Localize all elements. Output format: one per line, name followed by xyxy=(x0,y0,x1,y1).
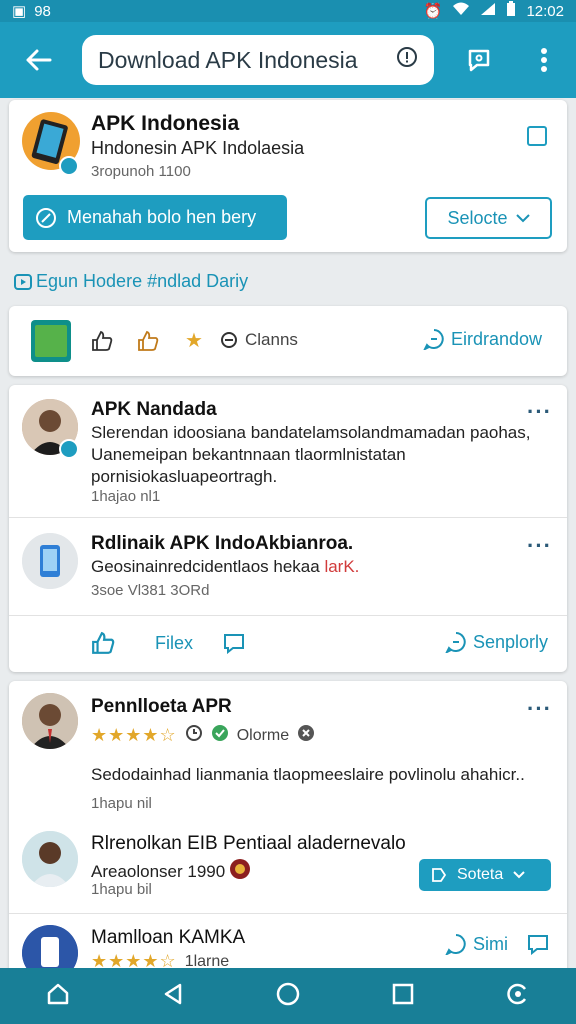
chat-bubble-icon xyxy=(445,934,466,955)
divider xyxy=(9,913,567,914)
review-title: Rlrenolkan EIB Pentiaal aladernevalo xyxy=(91,833,406,854)
post-meta: 3soe Vl381 3ORd xyxy=(91,582,210,599)
status-time: 12:02 xyxy=(526,2,564,20)
sync-icon xyxy=(221,332,237,348)
online-label: Olorme xyxy=(236,726,290,744)
send-icon[interactable] xyxy=(527,933,549,960)
home-shape-icon[interactable] xyxy=(45,981,71,1012)
app-icon-avatar[interactable] xyxy=(22,533,78,589)
section-header-label: Egun Hodere #ndlad Dariy xyxy=(36,271,249,291)
tag-icon xyxy=(432,868,447,882)
signal-icon xyxy=(480,2,496,20)
chat-icon[interactable] xyxy=(455,36,503,84)
suggest-label: Soteta xyxy=(457,866,504,883)
profile-name: APK Indonesia xyxy=(91,112,240,135)
back-triangle-icon[interactable] xyxy=(161,982,185,1011)
reply-label: Senplorly xyxy=(473,631,549,652)
simi-button[interactable]: Simi xyxy=(445,933,508,955)
user-avatar[interactable] xyxy=(22,693,78,749)
review-card: Pennlloeta APR ··· ★★★★☆ Olorme Sedodain… xyxy=(9,681,567,981)
search-field[interactable]: Download APK Indonesia xyxy=(82,35,434,85)
back-arrow-icon[interactable] xyxy=(14,36,62,84)
post-card: APK Nandada ··· Slerendan idoosiana band… xyxy=(9,385,567,672)
review-title: Mamlloan KAMKA xyxy=(91,927,246,948)
search-query[interactable]: Download APK Indonesia xyxy=(98,47,396,74)
more-options-icon[interactable]: ··· xyxy=(527,696,552,722)
rating-row: ★★★★☆ Olorme xyxy=(91,724,315,747)
primary-action-button[interactable]: Menahah bolo hen bery xyxy=(23,195,287,240)
post-title: Rdlinaik APK IndoAkbianroa. xyxy=(91,533,354,554)
edit-icon xyxy=(36,207,56,228)
verified-badge-icon xyxy=(59,439,79,459)
overflow-menu-icon[interactable] xyxy=(520,36,568,84)
comment-icon[interactable] xyxy=(223,632,245,659)
profile-card: APK Indonesia Hndonesin APK Indolaesia 3… xyxy=(9,100,567,252)
verified-badge-icon xyxy=(59,156,79,176)
divider xyxy=(9,517,567,518)
post-body-highlight: larK. xyxy=(324,557,360,576)
app-logo xyxy=(31,320,71,362)
status-bar: ▣ 98 ⏰ 12:02 xyxy=(0,0,576,22)
chat-bubble-icon xyxy=(423,329,444,350)
select-label: Selocte xyxy=(447,207,508,228)
review-subtitle-text: Areaolonser 1990 xyxy=(91,861,226,881)
chevron-down-icon xyxy=(515,214,530,223)
emoji-icon xyxy=(229,858,251,885)
clock-icon xyxy=(185,724,203,747)
post-body: Slerendan idoosiana bandatelamsolandmama… xyxy=(91,423,531,486)
alarm-icon: ⏰ xyxy=(423,3,443,20)
rating-stars: ★★★★☆ xyxy=(91,725,177,745)
files-button[interactable]: Filex xyxy=(155,633,193,654)
claims-label: Clanns xyxy=(245,330,298,349)
reply-icon xyxy=(445,632,466,653)
review-meta: 1hapu bil xyxy=(91,881,152,898)
post-meta: 1hajao nl1 xyxy=(91,488,161,505)
divider xyxy=(9,615,567,616)
star-icon[interactable]: ★ xyxy=(185,328,203,353)
share-icon[interactable] xyxy=(137,330,159,357)
section-header[interactable]: Egun Hodere #ndlad Dariy xyxy=(14,271,248,292)
video-icon xyxy=(14,273,32,290)
home-circle-icon[interactable] xyxy=(275,981,301,1012)
profile-meta: 3ropunoh 1100 xyxy=(91,163,191,180)
status-left-text: 98 xyxy=(34,2,51,20)
review-meta: 1hapu nil xyxy=(91,795,152,812)
claims-button[interactable]: Clanns xyxy=(219,330,298,350)
download-label: Eirdrandow xyxy=(451,328,543,349)
close-circle-icon[interactable] xyxy=(297,724,315,747)
assistant-icon[interactable] xyxy=(505,981,531,1012)
gallery-icon: ▣ xyxy=(12,3,27,20)
post-body: Geosinainredcidentlaos hekaa larK. xyxy=(91,556,359,578)
app-bar: Download APK Indonesia xyxy=(0,22,576,98)
recents-square-icon[interactable] xyxy=(391,982,415,1011)
review-body: Sedodainhad lianmania tlaopmeeslaire pov… xyxy=(91,765,525,784)
post-title: APK Nandada xyxy=(91,399,217,420)
user-avatar[interactable] xyxy=(22,831,78,887)
online-check-icon xyxy=(211,724,229,747)
post-body-text: Geosinainredcidentlaos hekaa xyxy=(91,557,325,576)
primary-action-label: Menahah bolo hen bery xyxy=(67,207,257,227)
download-button[interactable]: Eirdrandow xyxy=(423,328,542,350)
battery-icon xyxy=(506,1,516,21)
wifi-icon xyxy=(452,2,470,20)
suggest-button[interactable]: Soteta xyxy=(419,859,551,891)
bookmark-icon[interactable] xyxy=(527,126,547,146)
like-icon[interactable] xyxy=(91,631,115,660)
simi-label: Simi xyxy=(473,933,508,954)
chevron-down-icon xyxy=(513,871,525,879)
system-nav-bar xyxy=(0,968,576,1024)
action-strip: ★ Clanns Eirdrandow xyxy=(9,306,567,376)
review-title: Pennlloeta APR xyxy=(91,696,232,717)
select-button[interactable]: Selocte xyxy=(425,197,552,239)
info-icon[interactable] xyxy=(396,46,418,74)
profile-subtitle: Hndonesin APK Indolaesia xyxy=(91,138,305,158)
more-options-icon[interactable]: ··· xyxy=(527,533,552,559)
thumbs-up-icon[interactable] xyxy=(91,330,113,357)
reply-button[interactable]: Senplorly xyxy=(445,631,548,653)
